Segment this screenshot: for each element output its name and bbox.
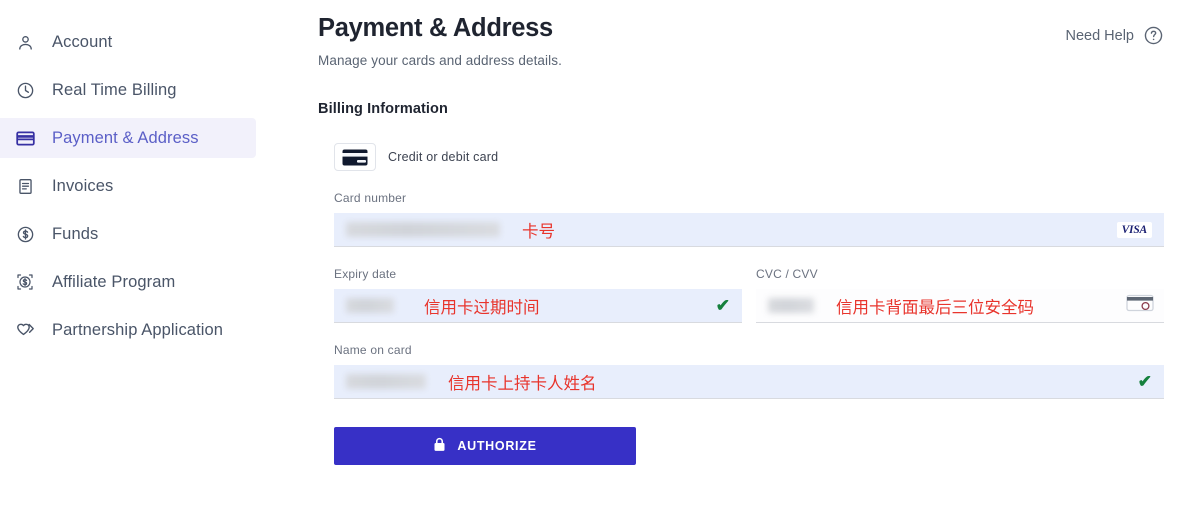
sidebar-item-real-time-billing[interactable]: Real Time Billing [0, 70, 300, 110]
visa-logo: VISA [1116, 221, 1152, 238]
sidebar-item-label: Account [52, 32, 113, 51]
question-circle-icon [1143, 25, 1164, 46]
dollar-circle-icon [14, 223, 36, 245]
card-type-row: Credit or debit card [334, 143, 1164, 171]
page-header: Payment & Address Manage your cards and … [318, 14, 1164, 68]
page-title-block: Payment & Address Manage your cards and … [318, 14, 562, 68]
sidebar-item-label: Funds [52, 224, 99, 243]
main-content: Payment & Address Manage your cards and … [300, 0, 1186, 531]
expiry-annotation: 信用卡过期时间 [424, 297, 540, 317]
name-on-card-annotation: 信用卡上持卡人姓名 [448, 373, 597, 393]
name-on-card-masked-value [346, 374, 426, 389]
lock-icon [433, 437, 446, 455]
sidebar-item-label: Real Time Billing [52, 80, 177, 99]
page-title: Payment & Address [318, 14, 553, 42]
payment-address-page: Account Real Time Billing Payment & Addr… [0, 0, 1186, 531]
card-number-field-block: Card number 卡号 VISA [334, 191, 1164, 247]
cvc-label: CVC / CVV [756, 267, 818, 281]
name-on-card-input[interactable]: 信用卡上持卡人姓名 ✔ [334, 365, 1164, 399]
affiliate-icon [14, 271, 36, 293]
cvc-annotation: 信用卡背面最后三位安全码 [836, 297, 1034, 317]
sidebar-item-invoices[interactable]: Invoices [0, 166, 300, 206]
sidebar-nav: Account Real Time Billing Payment & Addr… [0, 0, 300, 531]
authorize-button[interactable]: AUTHORIZE [334, 427, 636, 465]
clock-icon [14, 79, 36, 101]
card-number-masked-value [346, 222, 500, 237]
need-help-button[interactable]: Need Help [1065, 25, 1164, 46]
credit-card-icon [334, 143, 376, 171]
need-help-label: Need Help [1065, 27, 1134, 44]
sidebar-item-label: Invoices [52, 176, 114, 195]
name-on-card-label: Name on card [334, 343, 412, 357]
invoice-icon [14, 175, 36, 197]
name-on-card-valid-check-icon: ✔ [1137, 372, 1152, 391]
card-number-annotation: 卡号 [522, 221, 555, 241]
billing-information-title: Billing Information [318, 101, 448, 117]
sidebar-item-funds[interactable]: Funds [0, 214, 300, 254]
sidebar-item-label: Affiliate Program [52, 272, 176, 291]
sidebar-item-label: Payment & Address [52, 128, 199, 147]
sidebar-item-partnership-application[interactable]: Partnership Application [0, 310, 300, 350]
card-back-cvc-icon [1126, 294, 1154, 317]
expiry-masked-value [346, 298, 394, 313]
sidebar-item-account[interactable]: Account [0, 22, 300, 62]
credit-card-icon [14, 127, 36, 149]
cvc-masked-value [768, 298, 814, 313]
expiry-input[interactable]: 信用卡过期时间 ✔ [334, 289, 742, 323]
sidebar-item-affiliate-program[interactable]: Affiliate Program [0, 262, 300, 302]
expiry-cvc-row: Expiry date 信用卡过期时间 ✔ CVC / CVV 信用卡背面最后三… [334, 267, 1164, 323]
expiry-label: Expiry date [334, 267, 397, 281]
page-subtitle: Manage your cards and address details. [318, 53, 562, 68]
sidebar-item-label: Partnership Application [52, 320, 224, 339]
sidebar-item-payment-address[interactable]: Payment & Address [0, 118, 256, 158]
expiry-field-block: Expiry date 信用卡过期时间 ✔ [334, 267, 742, 323]
authorize-button-label: AUTHORIZE [457, 439, 537, 453]
card-number-label: Card number [334, 191, 407, 205]
billing-form: Credit or debit card Card number 卡号 VISA… [334, 143, 1164, 465]
cvc-input[interactable]: 信用卡背面最后三位安全码 [756, 289, 1164, 323]
card-type-label: Credit or debit card [388, 150, 499, 164]
cvc-field-block: CVC / CVV 信用卡背面最后三位安全码 [756, 267, 1164, 323]
name-on-card-field-block: Name on card 信用卡上持卡人姓名 ✔ [334, 343, 1164, 399]
user-icon [14, 31, 36, 53]
handshake-icon [14, 319, 36, 341]
expiry-valid-check-icon: ✔ [715, 296, 730, 315]
card-number-input[interactable]: 卡号 VISA [334, 213, 1164, 247]
